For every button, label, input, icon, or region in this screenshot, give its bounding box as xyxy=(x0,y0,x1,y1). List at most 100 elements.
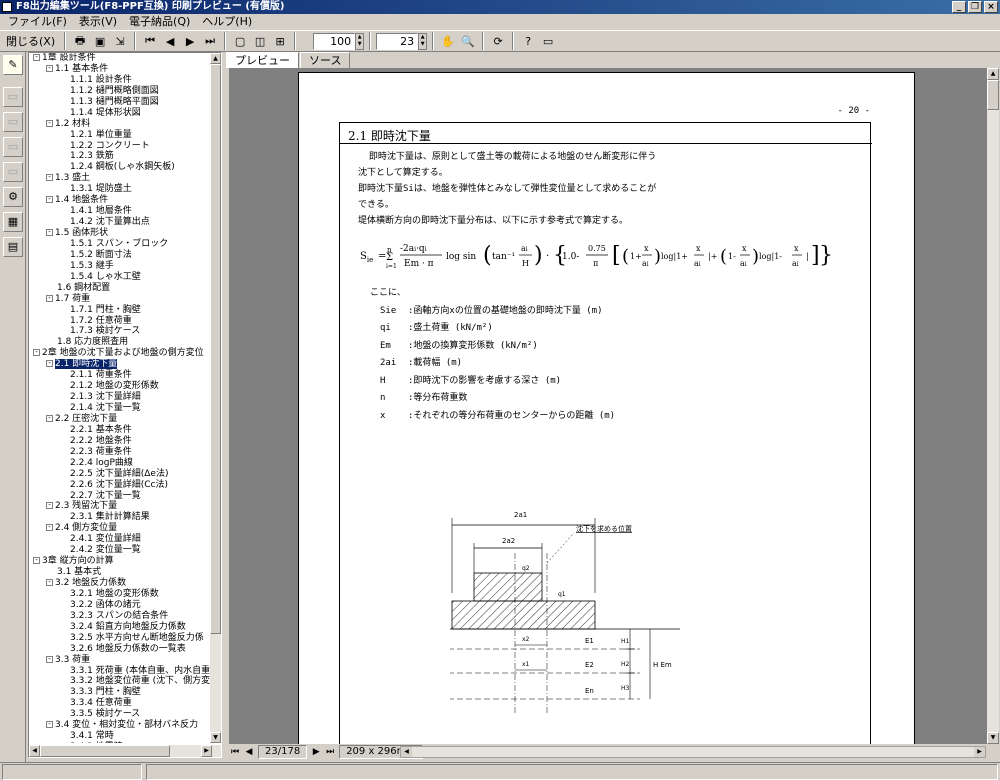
first-page-icon[interactable]: ⏮ xyxy=(141,32,159,50)
tree-item[interactable]: 3.3.1 死荷重 (本体自重、内水自重 xyxy=(29,666,213,677)
tool-5-icon[interactable]: ▭ xyxy=(3,162,23,182)
tree-expander-icon[interactable]: - xyxy=(46,294,53,302)
tree-item[interactable]: -3.3 荷重 xyxy=(29,655,213,666)
tree-item[interactable]: -2.1 即時沈下量 xyxy=(29,359,213,370)
tree-item[interactable]: -3.2 地盤反力係数 xyxy=(29,578,213,589)
tree-item[interactable]: 2.2.6 沈下量詳細(Cc法) xyxy=(29,480,213,491)
close-button[interactable]: 閉じる(X) xyxy=(2,32,59,50)
tab-source[interactable]: ソース xyxy=(300,52,351,68)
card-icon[interactable]: ▭ xyxy=(539,32,557,50)
tree-item[interactable]: 1.2.2 コンクリート xyxy=(29,141,213,152)
prev-page-small-icon[interactable]: ◀ xyxy=(244,747,254,757)
tree-item[interactable]: 2.2.2 地盤条件 xyxy=(29,436,213,447)
tree-item[interactable]: 1.2.3 鉄筋 xyxy=(29,151,213,162)
tree-item[interactable]: 3.2.5 水平方向せん断地盤反力係 xyxy=(29,633,213,644)
tree-item[interactable]: 1.4.2 沈下量算出点 xyxy=(29,217,213,228)
first-page-small-icon[interactable]: ⏮ xyxy=(230,747,240,757)
prev-page-icon[interactable]: ◀ xyxy=(161,32,179,50)
tree-item[interactable]: 2.4.2 変位量一覧 xyxy=(29,545,213,556)
tree-expander-icon[interactable]: - xyxy=(46,721,53,729)
tab-preview[interactable]: プレビュー xyxy=(226,52,299,68)
tree-item[interactable]: 3.3.3 門柱・胸壁 xyxy=(29,687,213,698)
tree-item[interactable]: 2.1.1 荷重条件 xyxy=(29,370,213,381)
preview-horizontal-scrollbar[interactable]: ◀ ▶ xyxy=(400,746,986,758)
menu-help[interactable]: ヘルプ(H) xyxy=(196,14,258,30)
tree-item[interactable]: 3.2.3 スパンの結合条件 xyxy=(29,611,213,622)
zoom-up-icon[interactable]: ▲ xyxy=(356,33,364,41)
tree-item[interactable]: 3.2.1 地盤の変形係数 xyxy=(29,589,213,600)
tree-expander-icon[interactable]: - xyxy=(46,229,53,236)
multi-page-icon[interactable]: ⊞ xyxy=(271,32,289,50)
next-page-icon[interactable]: ▶ xyxy=(181,32,199,50)
tree-item[interactable]: -1章 設計条件 xyxy=(29,53,213,64)
tree-item[interactable]: 3.2.6 地盤反力係数の一覧表 xyxy=(29,644,213,655)
tree-item[interactable]: 3.4.2 地震時 xyxy=(29,742,213,743)
tree-item[interactable]: 2.1.4 沈下量一覧 xyxy=(29,403,213,414)
tree-expander-icon[interactable]: - xyxy=(46,524,53,532)
tree-item[interactable]: 1.5.2 断面寸法 xyxy=(29,250,213,261)
tree-item[interactable]: 3.1 基本式 xyxy=(29,567,213,578)
tree-item[interactable]: 1.7.1 門柱・胸壁 xyxy=(29,305,213,316)
tree-expander-icon[interactable]: - xyxy=(46,414,53,422)
tree-item[interactable]: 1.1.2 樋門概略側面図 xyxy=(29,86,213,97)
tree-item[interactable]: 1.7.2 任意荷重 xyxy=(29,316,213,327)
tree-item[interactable]: 3.3.5 検討ケース xyxy=(29,709,213,720)
tree-expander-icon[interactable]: - xyxy=(46,119,53,127)
magnifier-icon[interactable]: 🔍 xyxy=(459,32,477,50)
tree-expander-icon[interactable]: - xyxy=(46,502,53,510)
tool-8-icon[interactable]: ▤ xyxy=(3,237,23,257)
tree-horizontal-scrollbar[interactable]: ◀ ▶ xyxy=(29,745,221,757)
tree-item[interactable]: 1.8 応力度照査用 xyxy=(29,337,213,348)
tree-item[interactable]: 1.3.1 堤防盛土 xyxy=(29,184,213,195)
maximize-button[interactable]: ❐ xyxy=(968,1,982,13)
export-icon[interactable]: ⇲ xyxy=(111,32,129,50)
tree-item[interactable]: -1.1 基本条件 xyxy=(29,64,213,75)
tree-item[interactable]: 1.1.3 樋門概略平面図 xyxy=(29,97,213,108)
tree-item[interactable]: 2.1.2 地盤の変形係数 xyxy=(29,381,213,392)
tool-2-icon[interactable]: ▭ xyxy=(3,87,23,107)
preview-vertical-scrollbar[interactable]: ▲ ▼ xyxy=(987,68,999,744)
tree-item[interactable]: 2.1.3 沈下量詳細 xyxy=(29,392,213,403)
tree-item[interactable]: 2.2.1 基本条件 xyxy=(29,425,213,436)
tree-item[interactable]: -1.2 材料 xyxy=(29,119,213,130)
zoom-input[interactable] xyxy=(313,32,356,50)
hand-icon[interactable]: ✋ xyxy=(439,32,457,50)
page-spinner[interactable]: ▲▼ xyxy=(376,32,428,50)
last-page-icon[interactable]: ⏭ xyxy=(201,32,219,50)
tree-item[interactable]: 3.2.4 鉛直方向地盤反力係数 xyxy=(29,622,213,633)
page-up-icon[interactable]: ▲ xyxy=(419,33,427,41)
tree-expander-icon[interactable]: - xyxy=(46,174,53,182)
menu-file[interactable]: ファイル(F) xyxy=(2,14,73,30)
two-page-icon[interactable]: ◫ xyxy=(251,32,269,50)
tree-item[interactable]: 1.5.4 しゃ水工壁 xyxy=(29,272,213,283)
tree-vertical-scrollbar[interactable]: ▲ ▼ xyxy=(210,53,221,743)
tree-item[interactable]: 1.4.1 地層条件 xyxy=(29,206,213,217)
tree-item[interactable]: 2.2.4 logP曲線 xyxy=(29,458,213,469)
tree-item[interactable]: 1.7.3 検討ケース xyxy=(29,326,213,337)
minimize-button[interactable]: _ xyxy=(952,1,966,13)
close-window-button[interactable]: × xyxy=(984,1,998,13)
tree-item[interactable]: 1.5.3 継手 xyxy=(29,261,213,272)
last-page-small-icon[interactable]: ⏭ xyxy=(325,747,335,757)
tree-item[interactable]: -2.2 圧密沈下量 xyxy=(29,414,213,425)
tree-item[interactable]: 2.2.3 荷重条件 xyxy=(29,447,213,458)
tree-item[interactable]: 1.2.4 鋼板(しゃ水鋼矢板) xyxy=(29,162,213,173)
tree-item[interactable]: 3.3.2 地盤変位荷重 (沈下、側方変 xyxy=(29,676,213,687)
page-down-icon[interactable]: ▼ xyxy=(419,41,427,49)
tree-item[interactable]: -1.3 盛土 xyxy=(29,173,213,184)
tree-item[interactable]: -3章 縦方向の計算 xyxy=(29,556,213,567)
tree-item[interactable]: 2.2.7 沈下量一覧 xyxy=(29,491,213,502)
tree-item[interactable]: -3.4 変位・相対変位・部材バネ反力 xyxy=(29,720,213,731)
tree-expander-icon[interactable]: - xyxy=(46,64,53,72)
tool-4-icon[interactable]: ▭ xyxy=(3,137,23,157)
zoom-spinner[interactable]: ▲▼ xyxy=(313,32,365,50)
tree-item[interactable]: 1.1.1 設計条件 xyxy=(29,75,213,86)
pane-splitter[interactable] xyxy=(222,52,226,758)
next-page-small-icon[interactable]: ▶ xyxy=(311,747,321,757)
tree-item[interactable]: 1.6 鋼材配置 xyxy=(29,283,213,294)
tree-item[interactable]: -1.7 荷重 xyxy=(29,294,213,305)
save-icon[interactable]: ▣ xyxy=(91,32,109,50)
tree-item[interactable]: 1.5.1 スパン・ブロック xyxy=(29,239,213,250)
tree-item[interactable]: -1.5 函体形状 xyxy=(29,228,213,239)
print-icon[interactable]: 🖶 xyxy=(71,32,89,50)
